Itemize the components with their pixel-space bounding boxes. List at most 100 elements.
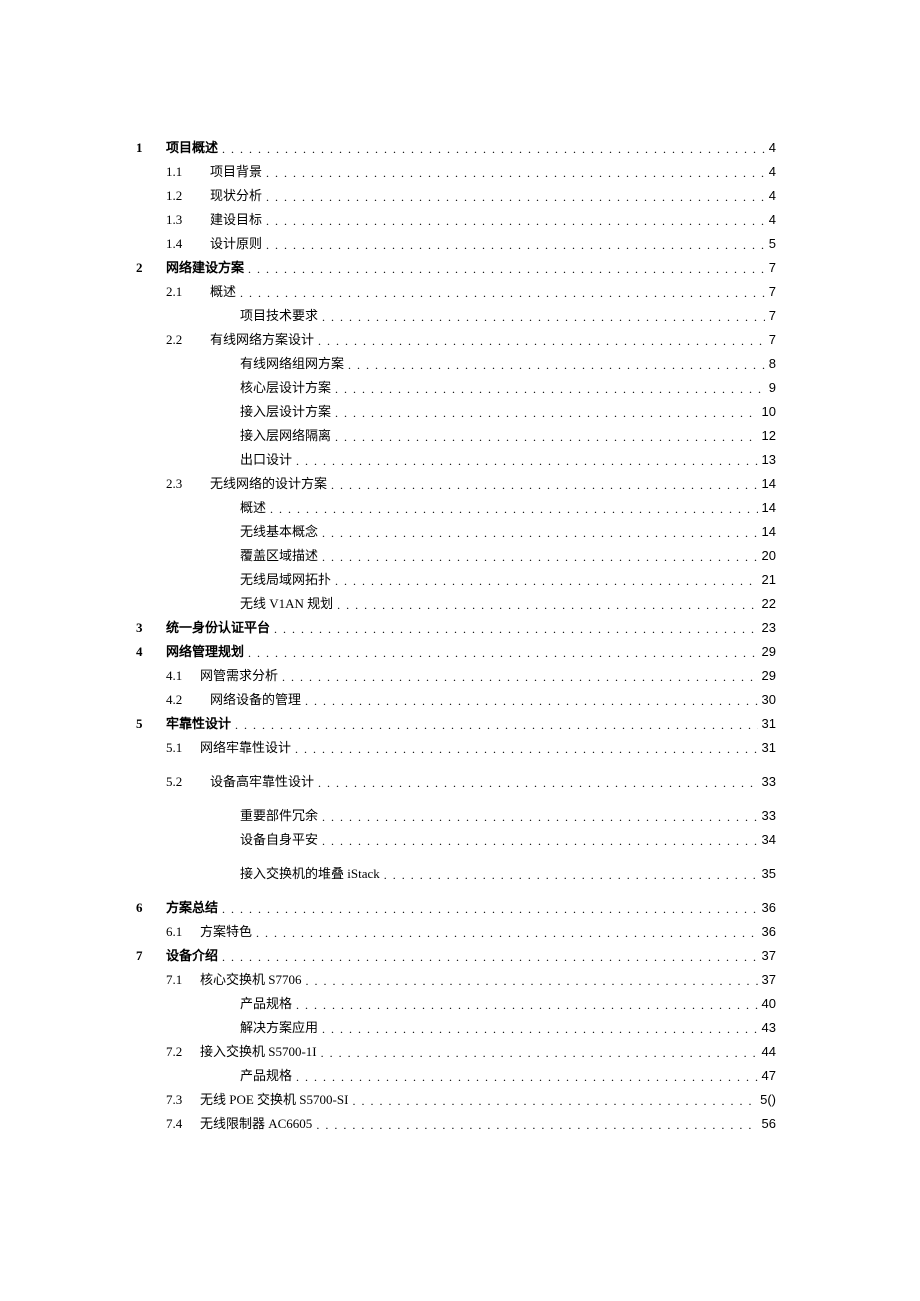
toc-page-number: 31 (762, 741, 776, 754)
toc-leader-dots (248, 263, 765, 275)
toc-page-number: 13 (762, 453, 776, 466)
spacer (136, 891, 776, 901)
toc-title: 解决方案应用 (240, 1021, 318, 1034)
toc-title: 无线局域网拓扑 (240, 573, 331, 586)
toc-page-number: 5 (769, 237, 776, 250)
toc-title: 接入交换机 S5700-1I (200, 1045, 317, 1058)
toc-entry: 4网络管理规划29 (136, 645, 776, 658)
toc-section-number: 5.2 (166, 775, 210, 788)
toc-title: 核心交换机 S7706 (200, 973, 301, 986)
toc-leader-dots (331, 479, 758, 491)
toc-entry: 6.1方案特色36 (136, 925, 776, 938)
toc-section-number: 4.1 (166, 669, 200, 682)
toc-entry: 有线网络组网方案 8 (136, 357, 776, 370)
toc-page-number: 34 (762, 833, 776, 846)
toc-leader-dots (266, 239, 765, 251)
toc-leader-dots (318, 335, 765, 347)
toc-leader-dots (222, 951, 758, 963)
toc-leader-dots (322, 551, 758, 563)
toc-section-number: 7.1 (166, 973, 200, 986)
toc-title: 无线 V1AN 规划 (240, 597, 333, 610)
toc-title: 现状分析 (210, 189, 262, 202)
toc-page-number: 33 (762, 809, 776, 822)
toc-entry: 6方案总结36 (136, 901, 776, 914)
spacer (136, 799, 776, 809)
toc-entry: 1.3建设目标4 (136, 213, 776, 226)
toc-chapter-number: 5 (136, 717, 166, 730)
toc-leader-dots (335, 383, 765, 395)
toc-leader-dots (322, 835, 758, 847)
toc-page-number: 56 (762, 1117, 776, 1130)
toc-leader-dots (296, 1071, 758, 1083)
toc-entry: 接入交换机的堆叠 iStack35 (136, 867, 776, 880)
toc-section-number: 2.1 (166, 285, 210, 298)
toc-page-number: 37 (762, 949, 776, 962)
toc-page-number: 33 (762, 775, 776, 788)
toc-page-number: 14 (762, 501, 776, 514)
toc-entry: 7.2接入交换机 S5700-1I44 (136, 1045, 776, 1058)
toc-leader-dots (222, 143, 765, 155)
toc-leader-dots (270, 503, 758, 515)
toc-section-number: 1.4 (166, 237, 210, 250)
toc-entry: 接入层网络隔离 12 (136, 429, 776, 442)
toc-title: 有线网络组网方案 (240, 357, 344, 370)
toc-leader-dots (335, 407, 758, 419)
toc-page-number: 43 (762, 1021, 776, 1034)
toc-page-number: 4 (769, 165, 776, 178)
toc-leader-dots (305, 975, 757, 987)
toc-section-number: 7.2 (166, 1045, 200, 1058)
toc-title: 接入层网络隔离 (240, 429, 331, 442)
toc-page-number: 4 (769, 189, 776, 202)
toc-entry: 7.1核心交换机 S770637 (136, 973, 776, 986)
toc-page-number: 5() (760, 1093, 776, 1106)
toc-entry: 7.3无线 POE 交换机 S5700-SI5() (136, 1093, 776, 1106)
toc-entry: 1.4设计原则 5 (136, 237, 776, 250)
toc-page-number: 8 (769, 357, 776, 370)
toc-leader-dots (316, 1119, 757, 1131)
toc-title: 方案总结 (166, 901, 218, 914)
toc-section-number: 2.3 (166, 477, 210, 490)
toc-chapter-number: 2 (136, 261, 166, 274)
toc-entry: 2网络建设方案7 (136, 261, 776, 274)
toc-entry: 4.2网络设备的管理30 (136, 693, 776, 706)
toc-title: 网络牢靠性设计 (200, 741, 291, 754)
toc-entry: 产品规格 47 (136, 1069, 776, 1082)
toc-title: 接入交换机的堆叠 iStack (240, 867, 380, 880)
toc-entry: 解决方案应用 43 (136, 1021, 776, 1034)
toc-leader-dots (335, 575, 758, 587)
toc-page-number: 7 (769, 309, 776, 322)
toc-entry: 无线 V1AN 规划 22 (136, 597, 776, 610)
toc-entry: 核心层设计方案9 (136, 381, 776, 394)
toc-page-number: 12 (762, 429, 776, 442)
toc-title: 接入层设计方案 (240, 405, 331, 418)
toc-title: 网络建设方案 (166, 261, 244, 274)
toc-title: 项目技术要求 (240, 309, 318, 322)
toc-title: 网络管理规划 (166, 645, 244, 658)
toc-title: 方案特色 (200, 925, 252, 938)
toc-leader-dots (222, 903, 758, 915)
toc-entry: 覆盖区域描述20 (136, 549, 776, 562)
toc-title: 设计原则 (210, 237, 262, 250)
toc-page-number: 47 (762, 1069, 776, 1082)
toc-entry: 2.2有线网络方案设计7 (136, 333, 776, 346)
toc-entry: 无线局域网拓扑21 (136, 573, 776, 586)
toc-leader-dots (240, 287, 765, 299)
toc-entry: 1.1项目背景4 (136, 165, 776, 178)
toc-title: 产品规格 (240, 1069, 292, 1082)
toc-entry: 2.3无线网络的设计方案14 (136, 477, 776, 490)
toc-page-number: 30 (762, 693, 776, 706)
toc-leader-dots (337, 599, 757, 611)
toc-title: 重要部件冗余 (240, 809, 318, 822)
toc-leader-dots (318, 777, 758, 789)
toc-page-number: 14 (762, 477, 776, 490)
toc-page-number: 22 (762, 597, 776, 610)
table-of-contents: 1项目概述41.1项目背景41.2现状分析41.3建设目标41.4设计原则52网… (136, 141, 776, 1141)
toc-page-number: 31 (762, 717, 776, 730)
toc-entry: 设备自身平安34 (136, 833, 776, 846)
toc-title: 有线网络方案设计 (210, 333, 314, 346)
toc-leader-dots (282, 671, 758, 683)
toc-title: 网管需求分析 (200, 669, 278, 682)
toc-page-number: 4 (769, 213, 776, 226)
toc-leader-dots (321, 1047, 758, 1059)
toc-section-number: 2.2 (166, 333, 210, 346)
